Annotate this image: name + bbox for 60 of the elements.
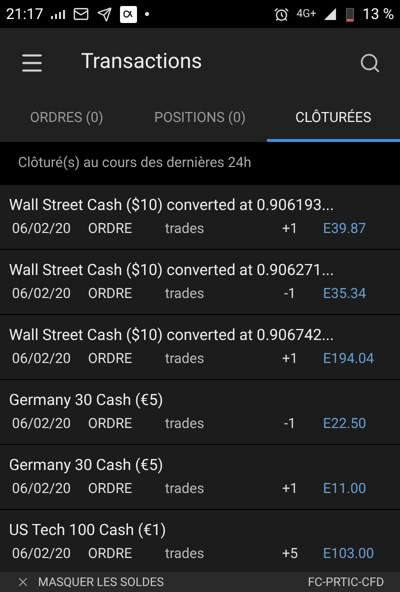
transaction-amount: E22.50 [323, 415, 366, 433]
transaction-quantity: +5 [281, 545, 299, 563]
transaction-type: ORDRE [88, 415, 134, 433]
transaction-type: ORDRE [88, 350, 134, 368]
app-title: Transactions [81, 49, 204, 76]
transaction-type: ORDRE [88, 220, 134, 238]
transaction-source: trades [165, 415, 206, 433]
transaction-type: ORDRE [88, 480, 134, 498]
transaction-amount: E11.00 [323, 480, 366, 498]
battery-level: 13 % [362, 4, 394, 25]
alarm-icon [274, 6, 288, 22]
mail-icon [73, 6, 90, 22]
cell-signal-icon [324, 8, 338, 20]
signal-icon [51, 9, 66, 19]
transaction-quantity: +1 [281, 350, 299, 368]
account-label: FC-PRTIC-CFD [308, 574, 384, 591]
transaction-title: Wall Street Cash ($10) converted at 0.906193... [9, 195, 335, 215]
transaction-title: US Tech 100 Cash (€1) [9, 520, 168, 540]
transaction-source: trades [165, 545, 206, 563]
transaction-row[interactable]: Wall Street Cash ($10) converted at 0.906742... 06/02/20 ORDRE trades +1 E194.04 [0, 315, 400, 379]
transaction-row[interactable]: Wall Street Cash ($10) converted at 0.906193... 06/02/20 ORDRE trades +1 E39.87 [0, 185, 400, 249]
transaction-title: Wall Street Cash ($10) converted at 0.906742... [9, 325, 335, 345]
tab[interactable]: ORDRES (0) [0, 98, 134, 142]
transaction-quantity: -1 [283, 415, 297, 433]
section-caption: Clôturé(s) au cours des dernières 24h [18, 154, 252, 173]
transaction-source: trades [165, 480, 206, 498]
alpha-icon [120, 6, 138, 22]
send-icon [97, 6, 112, 22]
transaction-amount: E39.87 [323, 220, 366, 238]
transaction-type: ORDRE [88, 285, 134, 303]
transaction-title: Germany 30 Cash (€5) [9, 455, 164, 475]
transaction-date: 06/02/20 [11, 545, 72, 563]
transaction-amount: E194.04 [323, 350, 374, 368]
network-label: 4G+ [296, 6, 316, 22]
transaction-row[interactable]: Germany 30 Cash (€5) 06/02/20 ORDRE trades -1 E22.50 [0, 380, 400, 444]
transaction-date: 06/02/20 [11, 480, 72, 498]
transaction-source: trades [165, 285, 206, 303]
transaction-row[interactable]: US Tech 100 Cash (€1) 06/02/20 ORDRE trades +5 E103.00 [0, 510, 400, 574]
transaction-row[interactable]: Germany 30 Cash (€5) 06/02/20 ORDRE trades +1 E11.00 [0, 445, 400, 509]
close-icon[interactable] [16, 575, 30, 589]
transaction-date: 06/02/20 [11, 350, 72, 368]
search-button[interactable] [359, 52, 381, 74]
transaction-date: 06/02/20 [11, 415, 72, 433]
transaction-title: Germany 30 Cash (€5) [9, 390, 164, 410]
transaction-source: trades [165, 220, 206, 238]
transaction-amount: E35.34 [323, 285, 366, 303]
transaction-source: trades [165, 350, 206, 368]
transaction-amount: E103.00 [323, 545, 374, 563]
transaction-type: ORDRE [88, 545, 134, 563]
tab[interactable]: POSITIONS (0) [133, 98, 267, 142]
transaction-date: 06/02/20 [11, 285, 72, 303]
status-time: 21:17 [6, 4, 44, 25]
transaction-row[interactable]: Wall Street Cash ($10) converted at 0.906271... 06/02/20 ORDRE trades -1 E35.34 [0, 250, 400, 314]
transaction-date: 06/02/20 [11, 220, 72, 238]
hide-balances-label[interactable]: MASQUER LES SOLDES [38, 573, 300, 591]
battery-icon [346, 6, 354, 22]
transaction-title: Wall Street Cash ($10) converted at 0.906271... [9, 260, 335, 280]
transaction-quantity: +1 [281, 220, 299, 238]
transaction-quantity: +1 [281, 480, 299, 498]
transaction-quantity: -1 [283, 285, 297, 303]
